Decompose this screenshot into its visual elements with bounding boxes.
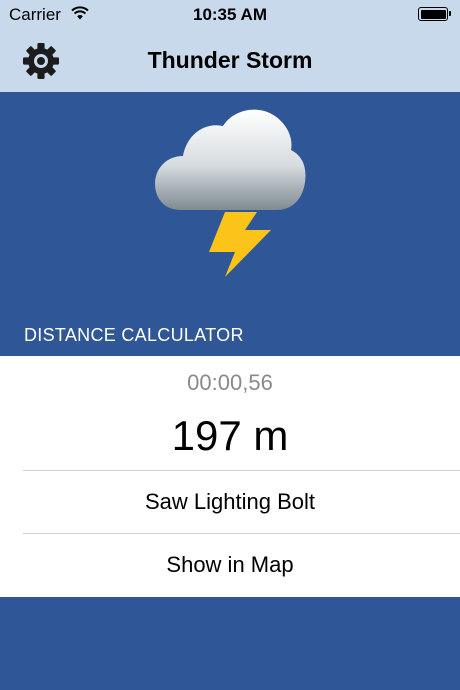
show-in-map-button[interactable]: Show in Map [0,534,460,596]
section-header: DISTANCE CALCULATOR [24,325,244,345]
elapsed-timer: 00:00,56 [187,370,273,395]
calculator-card: 00:00,56 197 m Saw Lighting Bolt Show in… [0,356,460,597]
navigation-bar: Thunder Storm [0,30,460,92]
page-title: Thunder Storm [147,47,313,73]
status-bar: Carrier 10:35 AM [0,0,460,30]
weather-hero: DISTANCE CALCULATOR [0,92,460,356]
saw-lightning-bolt-button[interactable]: Saw Lighting Bolt [0,471,460,533]
distance-value: 197 m [171,412,289,459]
battery-icon [418,7,451,21]
thunderstorm-icon [155,109,306,277]
status-time: 10:35 AM [192,5,267,24]
